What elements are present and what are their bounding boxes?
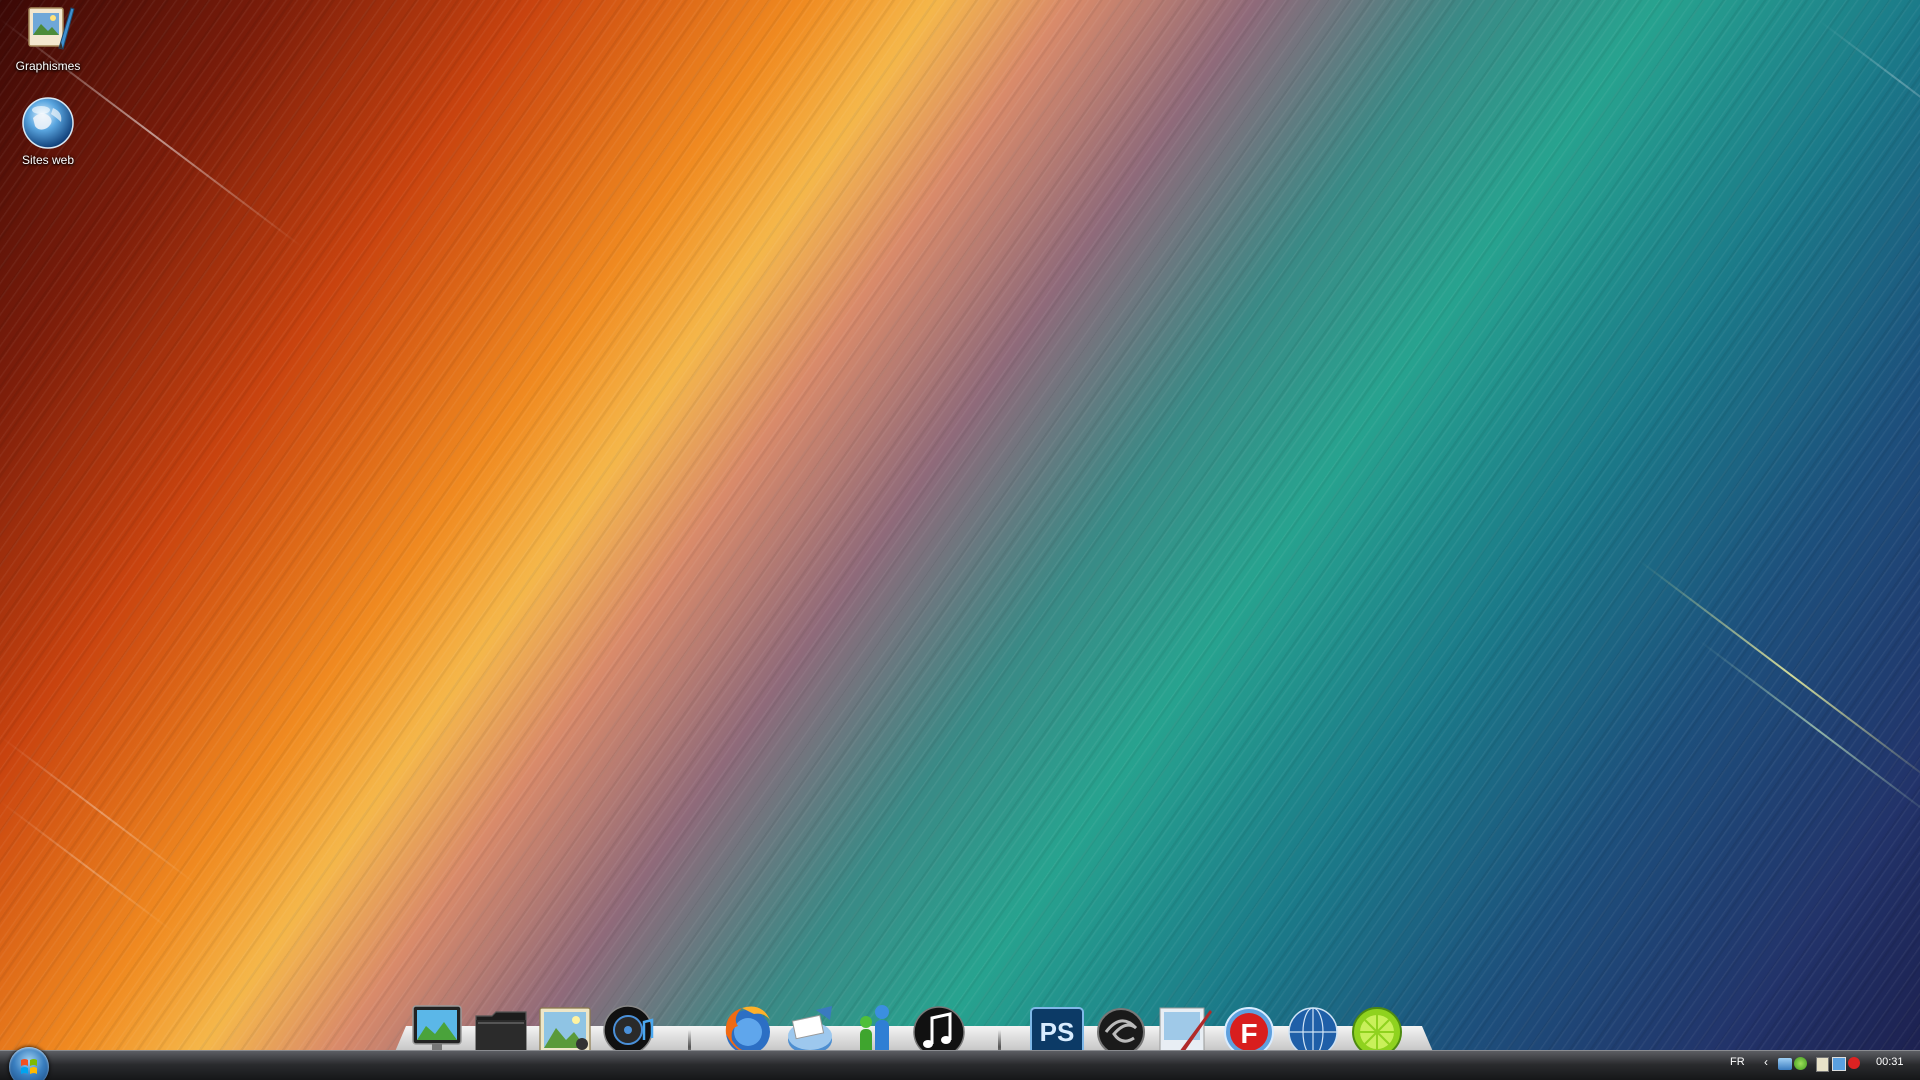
desktop-icon-label: Graphismes [15, 59, 81, 73]
volume-muted-icon[interactable] [1848, 1057, 1860, 1069]
desktop-icon-graphismes[interactable]: Graphismes [5, 2, 91, 73]
wallpaper-streak [1698, 640, 1920, 823]
graphics-folder-icon [21, 2, 75, 56]
desktop-icon-sites-web[interactable]: Sites web [5, 96, 91, 167]
desktop-background: Graphismes Sites web PS F FR ‹ 00:31 [0, 0, 1920, 1080]
desktop-icon-label: Sites web [21, 153, 75, 167]
messenger-tray-icon[interactable] [1794, 1057, 1807, 1070]
network-icon[interactable] [1832, 1057, 1846, 1071]
show-hidden-icons-chevron-icon[interactable]: ‹ [1764, 1055, 1768, 1069]
system-tray: FR ‹ 00:31 [1710, 1051, 1920, 1080]
svg-text:F: F [1240, 1018, 1257, 1049]
clock[interactable]: 00:31 [1876, 1056, 1904, 1068]
wallpaper-streak [0, 735, 200, 888]
svg-text:PS: PS [1040, 1017, 1075, 1047]
wallpaper-streak [1638, 560, 1920, 791]
clipboard-icon[interactable] [1816, 1057, 1829, 1072]
taskbar [0, 1050, 1920, 1080]
windows-start-orb-icon[interactable] [9, 1047, 49, 1080]
network-users-icon[interactable] [1778, 1058, 1792, 1070]
wallpaper-streak [0, 800, 176, 934]
wallpaper-streak [1818, 20, 1920, 142]
language-indicator[interactable]: FR [1730, 1056, 1745, 1068]
globe-icon [21, 96, 75, 150]
